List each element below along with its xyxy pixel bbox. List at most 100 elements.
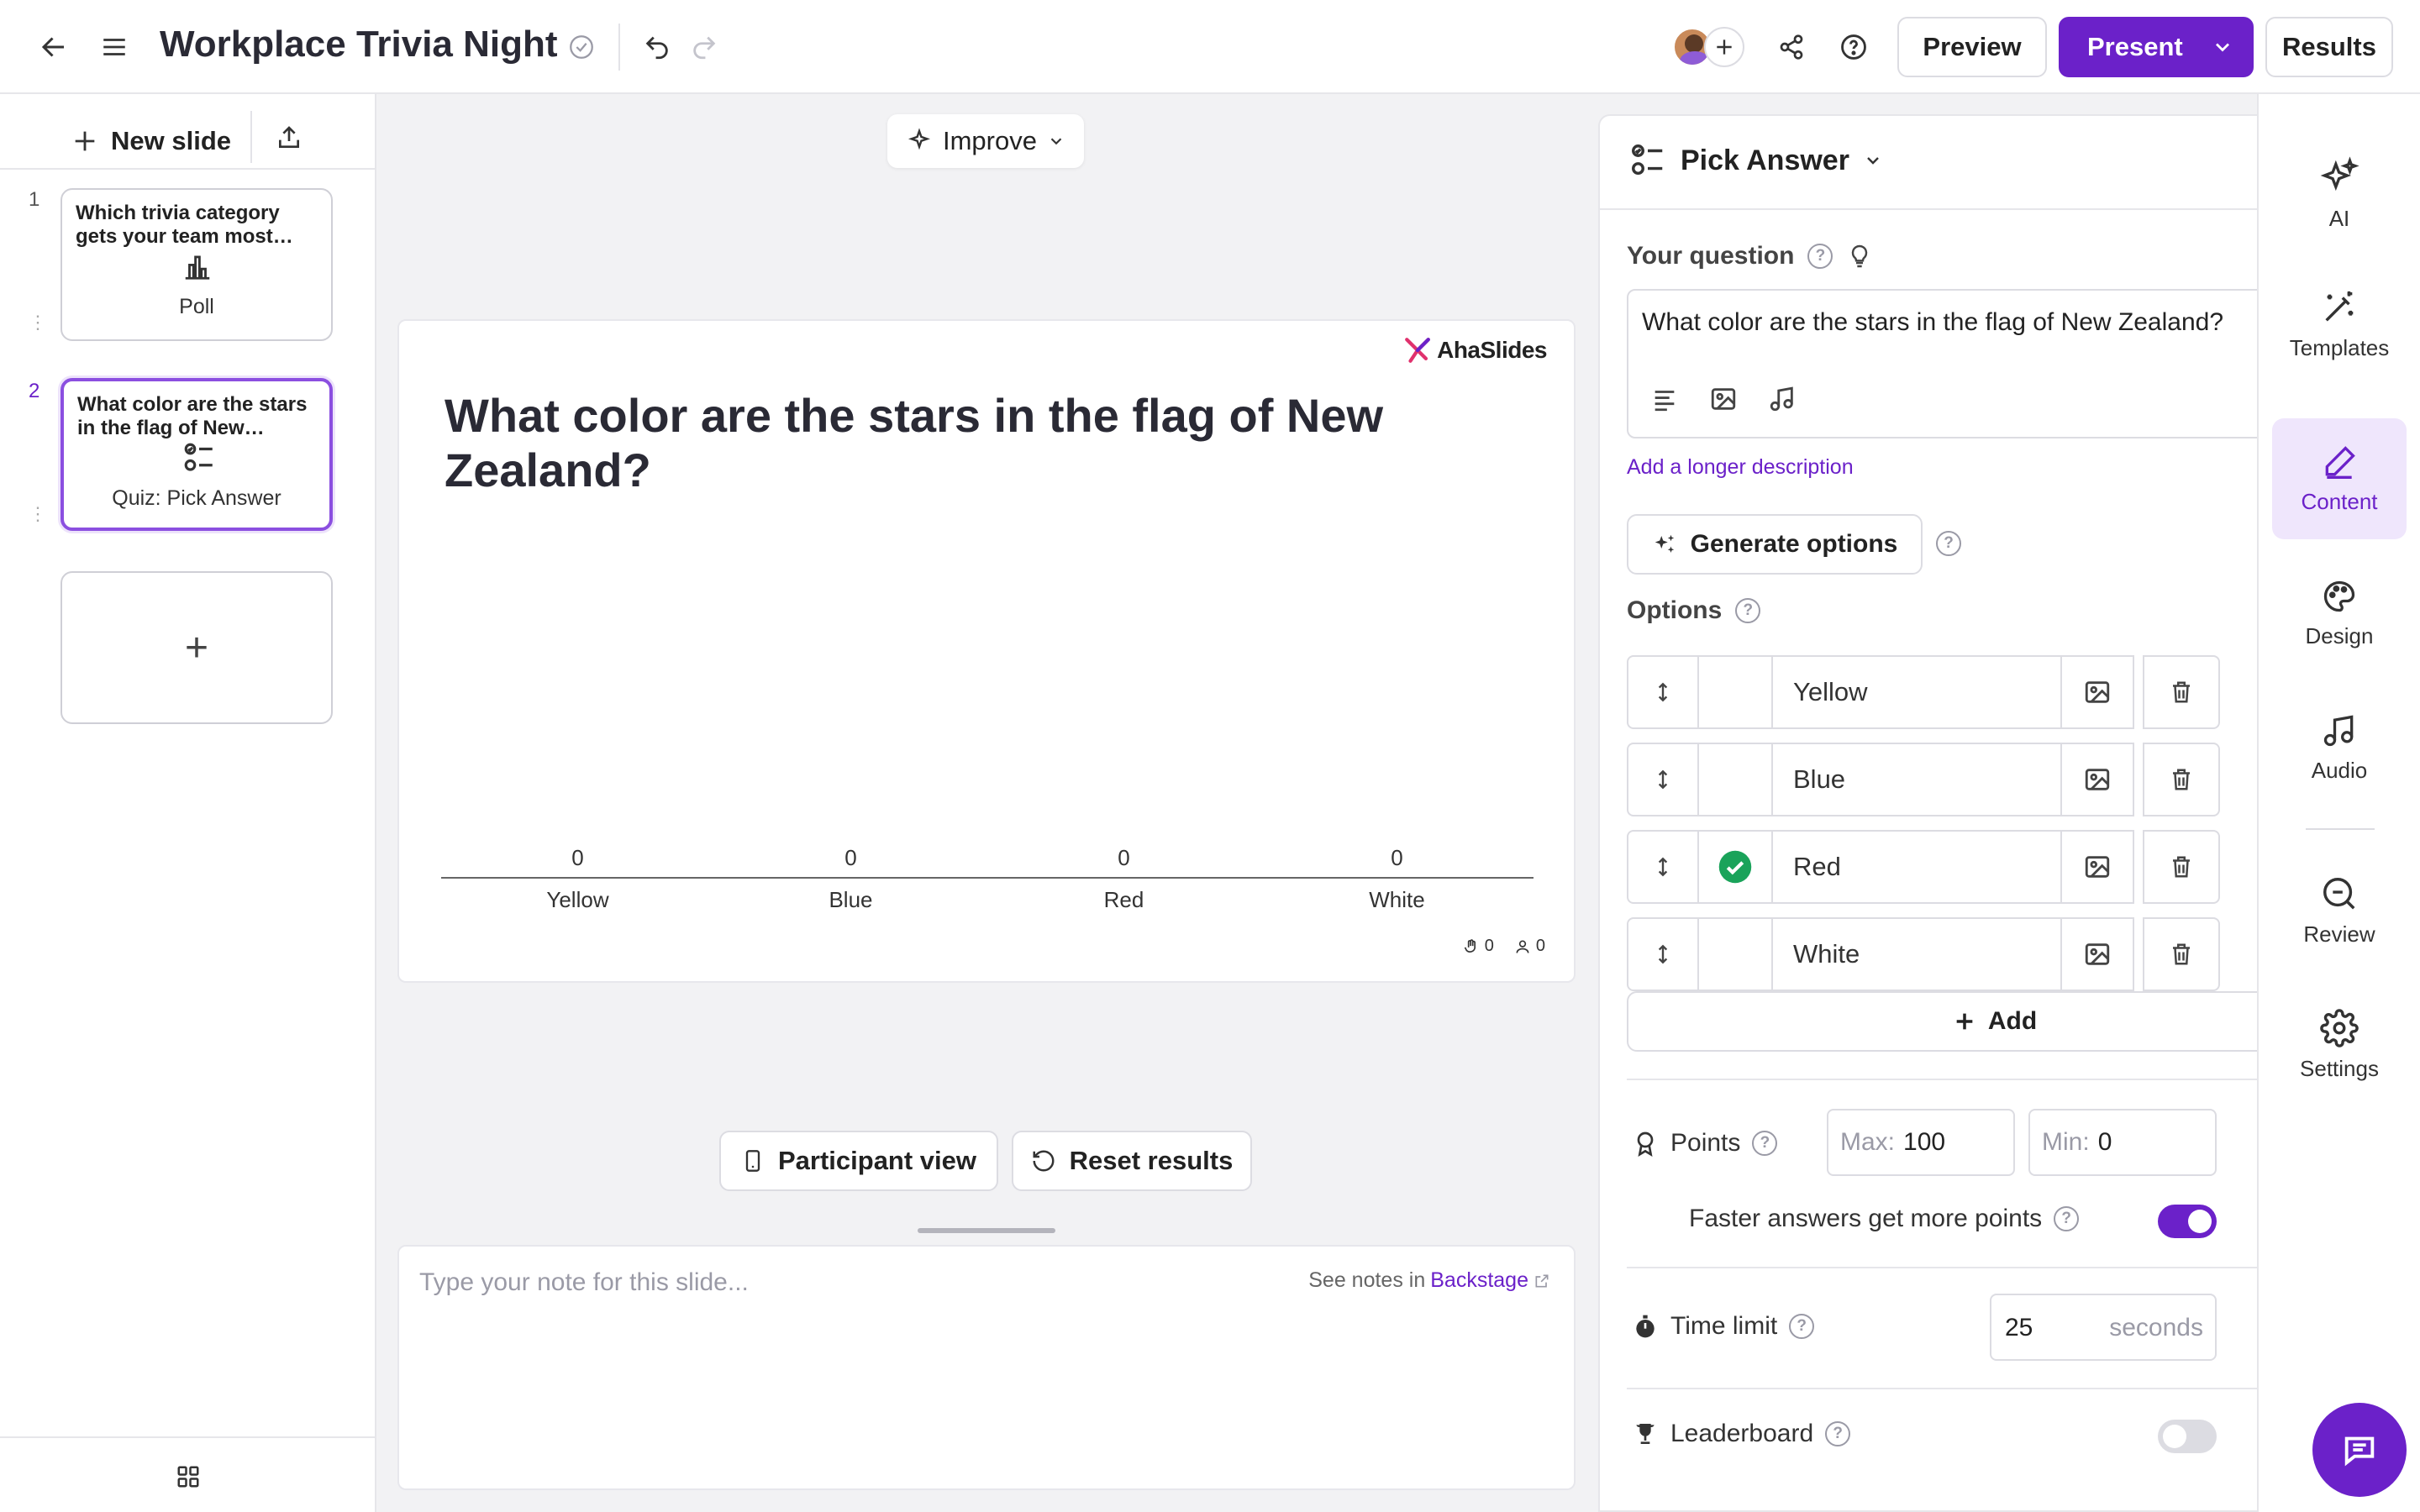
reorder-handle-icon[interactable] <box>1627 917 1699 991</box>
presentation-title[interactable]: Workplace Trivia Night <box>160 24 558 66</box>
rail-item-design[interactable]: Design <box>2272 553 2407 674</box>
points-label: Points <box>1670 1129 1741 1157</box>
drag-handle-icon[interactable]: ⋮ <box>29 313 47 332</box>
help-icon[interactable]: ? <box>1807 244 1833 269</box>
reorder-handle-icon[interactable] <box>1627 655 1699 729</box>
option-text-input[interactable]: Blue <box>1771 743 2062 816</box>
present-label: Present <box>2087 32 2183 61</box>
redo-icon[interactable] <box>686 29 723 66</box>
back-arrow-icon[interactable] <box>34 27 74 67</box>
help-icon[interactable]: ? <box>1752 1131 1778 1156</box>
delete-option-icon[interactable] <box>2143 830 2220 904</box>
rail-item-content[interactable]: Content <box>2272 418 2407 539</box>
music-note-icon[interactable] <box>1768 385 1797 413</box>
add-option-button[interactable]: Add <box>1627 991 2363 1052</box>
option-image-icon[interactable] <box>2060 917 2134 991</box>
reorder-handle-icon[interactable] <box>1627 743 1699 816</box>
rail-item-ai[interactable]: AI <box>2272 133 2407 254</box>
grid-view-icon[interactable] <box>170 1458 207 1495</box>
option-image-icon[interactable] <box>2060 830 2134 904</box>
generate-options-button[interactable]: Generate options <box>1627 514 1923 575</box>
option-text-input[interactable]: White <box>1771 917 2062 991</box>
export-icon[interactable] <box>269 118 309 158</box>
add-description-link[interactable]: Add a longer description <box>1627 455 1854 480</box>
participant-view-button[interactable]: Participant view <box>719 1131 998 1191</box>
correct-check-icon <box>1718 850 1752 884</box>
image-icon[interactable] <box>1709 385 1738 413</box>
text-align-icon[interactable] <box>1650 385 1679 413</box>
toggle-knob <box>2188 1210 2212 1233</box>
help-icon[interactable]: ? <box>1735 598 1761 623</box>
option-image-icon[interactable] <box>2060 743 2134 816</box>
improve-button[interactable]: Improve <box>887 114 1084 168</box>
lightbulb-icon[interactable] <box>1846 243 1873 270</box>
delete-option-icon[interactable] <box>2143 655 2220 729</box>
rail-item-templates[interactable]: Templates <box>2272 264 2407 385</box>
top-bar: Workplace Trivia Night Preview Present R… <box>0 0 2420 94</box>
option-row: Red <box>1627 830 2220 904</box>
slide-thumbnail-2[interactable]: What color are the stars in the flag of … <box>60 378 333 531</box>
time-limit-input[interactable]: 25 seconds <box>1990 1294 2217 1361</box>
rail-item-review[interactable]: Review <box>2272 850 2407 971</box>
option-image-icon[interactable] <box>2060 655 2134 729</box>
rail-item-settings[interactable]: Settings <box>2272 984 2407 1105</box>
undo-icon[interactable] <box>639 29 676 66</box>
rail-label: Templates <box>2289 334 2390 360</box>
share-icon[interactable] <box>1773 29 1810 66</box>
delete-option-icon[interactable] <box>2143 743 2220 816</box>
max-points-input[interactable]: Max: 100 <box>1827 1109 2015 1176</box>
help-icon[interactable]: ? <box>1825 1421 1851 1446</box>
correct-answer-toggle[interactable] <box>1697 830 1773 904</box>
help-icon[interactable] <box>1835 29 1872 66</box>
leaderboard-toggle[interactable] <box>2158 1420 2217 1453</box>
responses-count: 0 <box>1535 937 1545 955</box>
slide-thumbnail-1[interactable]: Which trivia category gets your team mos… <box>60 188 333 341</box>
correct-answer-toggle[interactable] <box>1697 655 1773 729</box>
results-button[interactable]: Results <box>2265 17 2393 77</box>
menu-icon[interactable] <box>94 27 134 67</box>
poll-bar-chart-icon <box>182 250 213 282</box>
slide-canvas[interactable]: AhaSlides What color are the stars in th… <box>397 319 1576 983</box>
pick-answer-icon <box>182 440 217 475</box>
notes-input[interactable]: Type your note for this slide... <box>419 1268 749 1297</box>
faster-answers-toggle[interactable] <box>2158 1205 2217 1238</box>
option-text-input[interactable]: Red <box>1771 830 2062 904</box>
correct-answer-toggle[interactable] <box>1697 743 1773 816</box>
question-type-selector[interactable]: Pick Answer <box>1628 141 1883 180</box>
generate-options-label: Generate options <box>1690 530 1898 558</box>
faster-answers-row: Faster answers get more points ? <box>1689 1205 2080 1233</box>
delete-option-icon[interactable] <box>2143 917 2220 991</box>
rail-label: Review <box>2303 921 2375 947</box>
improve-label: Improve <box>943 126 1037 155</box>
help-icon[interactable]: ? <box>2054 1206 2080 1231</box>
min-prefix: Min: <box>2042 1128 2090 1156</box>
divider <box>618 24 620 71</box>
chart-category-label: Yellow <box>546 887 609 912</box>
present-options-chevron-icon[interactable] <box>2202 30 2244 64</box>
option-text-input[interactable]: Yellow <box>1771 655 2062 729</box>
help-icon[interactable]: ? <box>1936 531 1961 556</box>
add-slide-tile[interactable]: + <box>60 571 333 724</box>
reset-results-button[interactable]: Reset results <box>1012 1131 1252 1191</box>
help-icon[interactable]: ? <box>1789 1314 1815 1339</box>
your-question-label: Your question <box>1627 242 1795 270</box>
slide-number: 1 <box>29 188 40 211</box>
toggle-knob <box>2163 1425 2186 1448</box>
drag-handle-icon[interactable]: ⋮ <box>29 505 47 523</box>
question-type-title: Pick Answer <box>1681 144 1849 176</box>
chat-support-button[interactable] <box>2312 1403 2407 1497</box>
chart-category-label: White <box>1369 887 1425 912</box>
min-points-input[interactable]: Min: 0 <box>2028 1109 2217 1176</box>
response-counters: 0 0 <box>1463 937 1545 956</box>
resize-handle[interactable] <box>918 1228 1055 1233</box>
rail-item-audio[interactable]: Audio <box>2272 687 2407 808</box>
add-collaborator-icon[interactable] <box>1704 27 1744 67</box>
max-prefix: Max: <box>1840 1128 1896 1156</box>
preview-button[interactable]: Preview <box>1897 17 2047 77</box>
correct-answer-toggle[interactable] <box>1697 917 1773 991</box>
question-input[interactable]: What color are the stars in the flag of … <box>1627 289 2363 438</box>
new-slide-button[interactable]: New slide <box>71 114 231 168</box>
divider <box>0 168 375 170</box>
backstage-link[interactable]: Backstage <box>1430 1268 1528 1293</box>
reorder-handle-icon[interactable] <box>1627 830 1699 904</box>
